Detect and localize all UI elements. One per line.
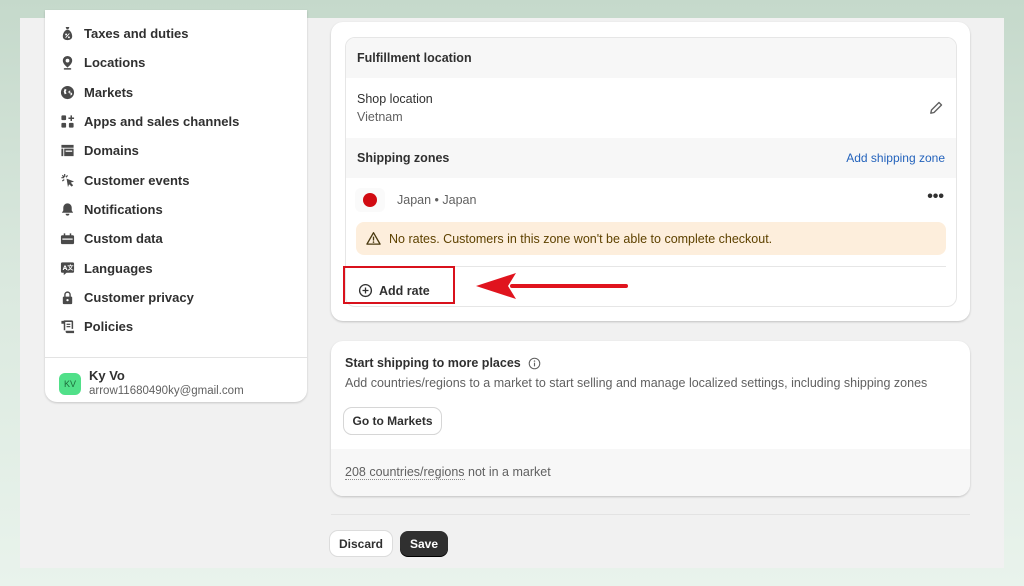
no-rates-warning-banner: No rates. Customers in this zone won't b… (356, 222, 946, 255)
sidebar-item-apps-and-sales-channels[interactable]: Apps and sales channels (59, 109, 239, 133)
money-bag-icon (59, 25, 75, 41)
custom-data-icon (59, 230, 75, 246)
save-button[interactable]: Save (400, 531, 448, 556)
domain-icon (59, 142, 75, 158)
annotation-arrow-icon (476, 273, 628, 299)
shipping-zones-title: Shipping zones (357, 151, 450, 165)
user-name: Ky Vo (89, 368, 125, 383)
sidebar-item-label: Notifications (84, 201, 163, 217)
go-to-markets-button[interactable]: Go to Markets (344, 408, 441, 434)
sidebar-item-label: Markets (84, 84, 134, 100)
location-pin-icon (59, 54, 75, 70)
plus-circle-icon (358, 283, 373, 298)
sidebar-item-label: Customer privacy (84, 289, 194, 305)
sidebar-item-languages[interactable]: A文 Languages (59, 256, 153, 280)
sidebar-item-markets[interactable]: Markets (59, 80, 133, 104)
globe-dollar-icon (59, 84, 75, 100)
markets-footer: 208 countries/regions not in a market (331, 449, 970, 496)
shop-location-value: Vietnam (357, 110, 403, 124)
policy-icon (59, 318, 75, 334)
add-shipping-zone-link[interactable]: Add shipping zone (846, 151, 945, 165)
start-shipping-card: Start shipping to more places Add countr… (331, 341, 970, 496)
warning-text: No rates. Customers in this zone won't b… (389, 231, 773, 246)
fulfillment-location-title: Fulfillment location (357, 51, 472, 65)
settings-sidebar: Taxes and duties Locations Markets Apps … (45, 10, 307, 402)
footer-divider (331, 514, 970, 515)
sidebar-item-taxes-and-duties[interactable]: Taxes and duties (59, 21, 189, 45)
sidebar-item-label: Domains (84, 142, 139, 158)
fulfillment-location-header: Fulfillment location (346, 38, 956, 78)
flag-red-disc (363, 193, 377, 207)
countries-not-in-market: 208 countries/regions not in a market (345, 465, 551, 480)
sidebar-item-label: Customer events (84, 172, 190, 188)
cursor-click-icon (59, 172, 75, 188)
zone-more-actions-button[interactable]: ••• (927, 188, 944, 206)
add-rate-label: Add rate (379, 283, 430, 298)
sidebar-item-customer-events[interactable]: Customer events (59, 168, 189, 192)
sidebar-item-label: Apps and sales channels (84, 113, 240, 129)
shipping-origin-group: Fulfillment location Shop location Vietn… (345, 37, 957, 307)
sidebar-item-notifications[interactable]: Notifications (59, 197, 163, 221)
japan-flag-icon (355, 188, 385, 212)
divider (356, 266, 946, 267)
sidebar-item-label: Custom data (84, 230, 163, 246)
discard-button[interactable]: Discard (330, 531, 392, 556)
sidebar-item-label: Taxes and duties (84, 25, 189, 41)
language-icon: A文 (59, 260, 75, 276)
not-in-market-text: not in a market (464, 465, 551, 479)
lock-icon (59, 289, 75, 305)
apps-icon (59, 113, 75, 129)
avatar: KV (59, 372, 81, 395)
info-icon[interactable] (528, 357, 541, 370)
sidebar-item-label: Policies (84, 318, 134, 334)
zone-name: Japan • Japan (397, 193, 477, 207)
start-shipping-description: Add countries/regions to a market to sta… (345, 376, 928, 390)
svg-text:A文: A文 (62, 263, 74, 271)
sidebar-item-custom-data[interactable]: Custom data (59, 226, 163, 250)
sidebar-item-customer-privacy[interactable]: Customer privacy (59, 285, 194, 309)
edit-pencil-icon[interactable] (928, 100, 944, 116)
sidebar-divider (45, 357, 307, 358)
sidebar-item-policies[interactable]: Policies (59, 314, 133, 338)
countries-regions-link[interactable]: 208 countries/regions (345, 465, 465, 480)
warning-triangle-icon (366, 232, 381, 245)
account-menu[interactable]: KV Ky Vo arrow11680490ky@gmail.com (59, 368, 244, 399)
shipping-profile-card: Fulfillment location Shop location Vietn… (331, 22, 970, 321)
shop-location-label: Shop location (357, 92, 433, 106)
user-email: arrow11680490ky@gmail.com (89, 385, 244, 397)
start-shipping-title-text: Start shipping to more places (345, 356, 521, 370)
bell-icon (59, 201, 75, 217)
start-shipping-title: Start shipping to more places (345, 356, 541, 370)
add-rate-button[interactable]: Add rate (358, 283, 430, 298)
sidebar-item-label: Locations (84, 54, 146, 70)
sidebar-item-locations[interactable]: Locations (59, 50, 145, 74)
sidebar-item-label: Languages (84, 260, 153, 276)
sidebar-item-domains[interactable]: Domains (59, 138, 139, 162)
